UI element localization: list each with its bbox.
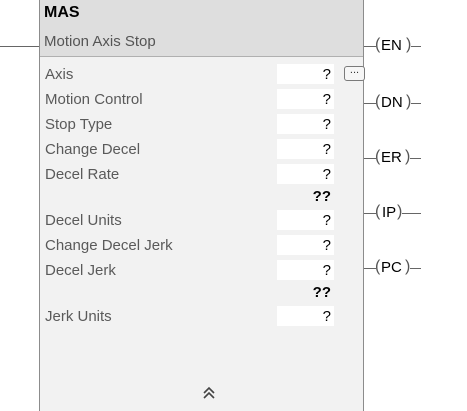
operand-row-change-decel-jerk: Change Decel Jerk ? [40,234,363,258]
operand-row-decel-units: Decel Units ? [40,209,363,233]
operand-value-field[interactable]: ? [277,164,334,184]
operand-row-jerk-units: Jerk Units ? [40,305,363,329]
coil-bracket-left: ( [375,148,381,165]
coil-bracket-right: ) [406,36,412,53]
output-coil-ip[interactable]: ( IP ) [364,203,467,223]
coil-wire [402,213,421,214]
block-header: MAS Motion Axis Stop [40,0,363,57]
coil-bracket-right: ) [406,93,412,110]
coil-bracket-right: ) [397,203,403,220]
coil-bracket-right: ) [405,258,411,275]
coil-bracket-left: ( [375,36,381,53]
coil-label: EN [381,37,402,54]
ladder-rung-canvas: MAS Motion Axis Stop Axis ? ... Motion C… [0,0,467,411]
coil-bracket-left: ( [375,258,381,275]
operand-row-decel-jerk: Decel Jerk ? [40,259,363,283]
coil-label: PC [381,259,402,276]
operand-value-field[interactable]: ? [277,306,334,326]
coil-bracket-left: ( [375,93,381,110]
output-coil-er[interactable]: ( ER ) [364,148,467,168]
mas-instruction-block[interactable]: MAS Motion Axis Stop Axis ? ... Motion C… [39,0,365,411]
coil-wire [410,158,421,159]
operand-label: Decel Jerk [45,262,116,279]
instruction-description: Motion Axis Stop [44,33,156,50]
operand-row-stop-type: Stop Type ? [40,113,363,137]
operand-label: Change Decel Jerk [45,237,173,254]
operand-value-field[interactable]: ? [277,260,334,280]
rung-input-wire [0,46,39,47]
operand-row-change-decel: Change Decel ? [40,138,363,162]
output-coil-en[interactable]: ( EN ) [364,36,467,56]
operand-label: Decel Units [45,212,122,229]
output-coil-pc[interactable]: ( PC ) [364,258,467,278]
instruction-name: MAS [44,4,80,21]
browse-axis-button[interactable]: ... [344,65,365,81]
coil-wire [411,103,421,104]
operand-label: Stop Type [45,116,113,133]
operand-row-axis: Axis ? ... [40,63,365,87]
operand-label: Jerk Units [45,308,112,325]
operand-value-field[interactable]: ? [277,64,334,84]
operand-row-motion-control: Motion Control ? [40,88,363,112]
coil-label: DN [381,94,403,111]
coil-bracket-left: ( [375,203,381,220]
operand-value-field[interactable]: ? [277,89,334,109]
operand-subvalue-row: ?? [40,185,363,209]
operand-label: Decel Rate [45,166,120,183]
operand-subvalue-row: ?? [40,281,363,305]
operand-value-field[interactable]: ? [277,114,334,134]
operand-value-field[interactable]: ? [277,235,334,255]
operand-label: Change Decel [45,141,141,158]
double-chevron-up-icon[interactable] [201,385,217,401]
operand-row-decel-rate: Decel Rate ? [40,163,363,187]
operand-label: Axis [45,66,74,83]
operand-current-value: ?? [312,188,331,205]
coil-wire [410,268,421,269]
operand-label: Motion Control [45,91,143,108]
coil-label: ER [381,149,402,166]
coil-bracket-right: ) [405,148,411,165]
operand-current-value: ?? [312,284,331,301]
coil-wire [411,46,421,47]
output-coil-dn[interactable]: ( DN ) [364,93,467,113]
operand-value-field[interactable]: ? [277,139,334,159]
operand-value-field[interactable]: ? [277,210,334,230]
coil-label: IP [382,204,397,221]
